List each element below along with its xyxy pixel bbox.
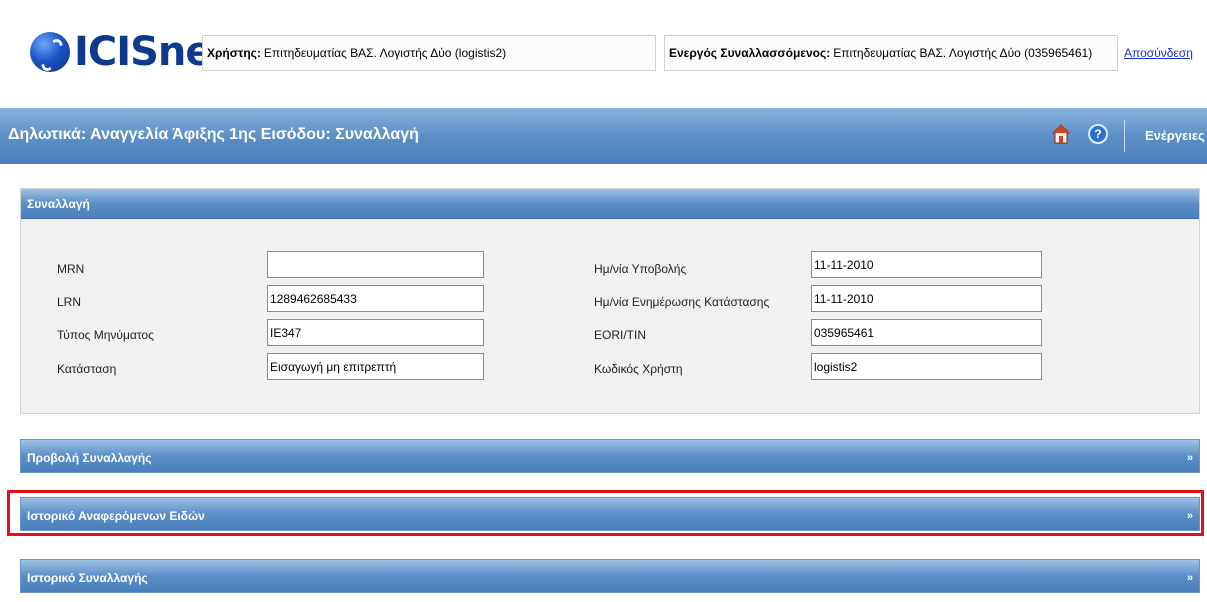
submission-date-field[interactable] xyxy=(811,251,1042,278)
user-code-label: Κωδικός Χρήστη xyxy=(594,362,683,376)
message-type-field[interactable] xyxy=(267,319,484,346)
trader-value: Επιτηδευματίας ΒΑΣ. Λογιστής Δύο (035965… xyxy=(833,46,1093,60)
user-label: Χρήστης: xyxy=(207,46,261,60)
status-update-date-field[interactable] xyxy=(811,285,1042,312)
expand-icon[interactable]: » xyxy=(1187,572,1193,584)
status-field[interactable] xyxy=(267,353,484,380)
page-title-bar: Δηλωτικά: Αναγγελία Άφιξης 1ης Εισόδου: … xyxy=(0,108,1207,164)
app-logo: ICISnet xyxy=(30,26,231,78)
title-bar-divider xyxy=(1124,120,1125,152)
help-icon[interactable]: ? xyxy=(1088,124,1108,144)
transaction-history-section[interactable]: Ιστορικό Συναλλαγής » xyxy=(20,559,1200,593)
status-update-date-label: Ημ/νία Ενημέρωσης Κατάστασης xyxy=(594,295,770,309)
transaction-history-title: Ιστορικό Συναλλαγής xyxy=(27,571,148,585)
highlight-frame xyxy=(7,490,1204,536)
message-type-label: Τύπος Μηνύματος xyxy=(57,328,154,342)
status-label: Κατάσταση xyxy=(57,362,117,376)
actions-menu-button[interactable]: Ενέργειες xyxy=(1145,128,1205,143)
lrn-label: LRN xyxy=(57,295,82,309)
expand-icon[interactable]: » xyxy=(1187,452,1193,464)
transaction-panel: Συναλλαγή MRN LRN Τύπος Μηνύματος Κατάστ… xyxy=(20,188,1200,414)
trader-label: Ενεργός Συναλλασσόμενος: xyxy=(669,46,831,60)
mrn-label: MRN xyxy=(57,262,85,276)
view-transaction-section[interactable]: Προβολή Συναλλαγής » xyxy=(20,439,1200,473)
mrn-field[interactable] xyxy=(267,251,484,278)
logout-link[interactable]: Αποσύνδεση xyxy=(1124,46,1207,60)
view-transaction-title: Προβολή Συναλλαγής xyxy=(27,451,152,465)
current-user-box: Χρήστης: Επιτηδευματίας ΒΑΣ. Λογιστής Δύ… xyxy=(202,35,656,71)
home-icon[interactable] xyxy=(1052,124,1070,144)
page-title: Δηλωτικά: Αναγγελία Άφιξης 1ης Εισόδου: … xyxy=(8,126,419,143)
active-trader-box: Ενεργός Συναλλασσόμενος: Επιτηδευματίας … xyxy=(664,35,1118,71)
transaction-panel-header: Συναλλαγή xyxy=(21,189,1199,219)
transaction-panel-title: Συναλλαγή xyxy=(27,197,90,211)
globe-icon xyxy=(30,32,70,72)
user-value: Επιτηδευματίας ΒΑΣ. Λογιστής Δύο (logist… xyxy=(263,46,507,60)
submission-date-label: Ημ/νία Υποβολής xyxy=(594,262,687,276)
eori-tin-label: EORI/TIN xyxy=(594,328,647,342)
eori-tin-field[interactable] xyxy=(811,319,1042,346)
user-code-field[interactable] xyxy=(811,353,1042,380)
lrn-field[interactable] xyxy=(267,285,484,312)
